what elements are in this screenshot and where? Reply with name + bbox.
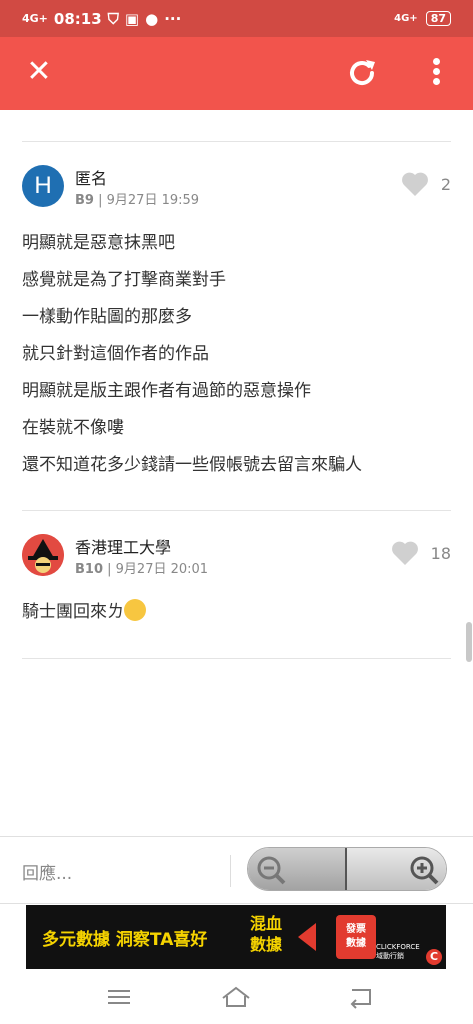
- ad-text-right-line: 數據: [250, 935, 283, 954]
- heart-icon: [401, 172, 428, 196]
- post-line: 明顯就是版主跟作者有過節的惡意操作: [22, 381, 311, 401]
- like-button[interactable]: 2: [401, 171, 451, 197]
- author-name[interactable]: 匿名: [75, 165, 107, 189]
- post-date: 9月27日 19:59: [106, 193, 200, 208]
- ad-brand: CLICKFORCE 域動行銷: [376, 943, 420, 961]
- ad-badge: 發票 數據: [336, 915, 376, 959]
- ad-brand-name: CLICKFORCE: [376, 943, 420, 951]
- close-icon[interactable]: ✕: [24, 57, 54, 87]
- post-line: 一樣動作貼圖的那麼多: [22, 307, 192, 327]
- divider: [22, 141, 451, 142]
- like-button[interactable]: 18: [391, 540, 451, 566]
- ad-banner[interactable]: 多元數據 洞察TA喜好 混血 數據 發票 數據 CLICKFORCE 域動行銷 …: [26, 905, 446, 969]
- system-nav-bar: [0, 972, 473, 1024]
- zoom-in-icon: [410, 856, 439, 885]
- back-icon[interactable]: [346, 984, 376, 1010]
- home-icon[interactable]: [221, 984, 251, 1010]
- menu-icon[interactable]: [104, 984, 134, 1010]
- post-meta: B10 | 9月27日 20:01: [75, 562, 209, 577]
- ad-badge-line: 數據: [346, 938, 366, 949]
- status-bar: 4G+ 08:13 ⛉ ▣ ● ··· 4G+ 87: [0, 0, 473, 37]
- post-date: 9月27日 20:01: [115, 562, 209, 577]
- post-line: 還不知道花多少錢請一些假帳號去留言來騙人: [22, 455, 362, 475]
- avatar[interactable]: [22, 534, 64, 576]
- post-line: 騎士團回來ㄌ: [22, 594, 451, 631]
- arrow-left-icon: [298, 923, 316, 951]
- more-notifications-icon: ···: [164, 9, 182, 28]
- shield-icon: ⛉: [107, 9, 119, 28]
- post-line-text: 騎士團回來ㄌ: [22, 602, 124, 622]
- line-icon: ●: [145, 9, 159, 28]
- scrollbar-thumb[interactable]: [466, 622, 472, 662]
- floor-number: B10: [75, 562, 103, 577]
- post-header: 香港理工大學 B10 | 9月27日 20:01 18: [22, 534, 451, 582]
- network-indicator: 4G+: [394, 13, 418, 24]
- refresh-icon[interactable]: [346, 57, 378, 89]
- like-count: 18: [430, 543, 451, 563]
- battery-indicator: 87: [425, 11, 451, 26]
- ad-brand-sub: 域動行銷: [376, 952, 404, 960]
- post-line: 在裝就不像嘍: [22, 418, 124, 438]
- post-header: H 匿名 B9 | 9月27日 19:59 2: [22, 165, 451, 213]
- reply-separator: [230, 855, 231, 887]
- ad-badge-line: 發票: [346, 924, 366, 935]
- comment-post-b9: H 匿名 B9 | 9月27日 19:59 2 明顯就是惡意抹黑吧 感覺就是為了…: [22, 165, 451, 484]
- ad-logo-icon: C: [426, 949, 442, 965]
- divider: [22, 510, 451, 511]
- zoom-in-button[interactable]: [347, 848, 446, 890]
- post-line: 就只針對這個作者的作品: [22, 344, 209, 364]
- post-body: 明顯就是惡意抹黑吧 感覺就是為了打擊商業對手 一樣動作貼圖的那麼多 就只針對這個…: [22, 225, 451, 484]
- network-signal-icon: 4G+: [22, 12, 48, 25]
- reply-input[interactable]: 回應...: [22, 859, 212, 884]
- party-face-emoji-icon: [124, 599, 146, 621]
- status-time: 08:13: [53, 9, 102, 28]
- like-count: 2: [440, 174, 451, 194]
- floor-number: B9: [75, 193, 94, 208]
- ad-text-right-line: 混血: [250, 914, 283, 933]
- heart-icon: [391, 541, 418, 565]
- comment-post-b10: 香港理工大學 B10 | 9月27日 20:01 18 騎士團回來ㄌ: [22, 534, 451, 631]
- zoom-out-button[interactable]: [248, 848, 348, 890]
- post-body: 騎士團回來ㄌ: [22, 594, 451, 631]
- author-name[interactable]: 香港理工大學: [75, 534, 171, 558]
- zoom-out-icon: [257, 856, 286, 885]
- ad-text-left: 多元數據 洞察TA喜好: [42, 930, 208, 950]
- more-vertical-icon[interactable]: [424, 55, 448, 91]
- book-icon: ▣: [124, 9, 140, 28]
- avatar[interactable]: H: [22, 165, 64, 207]
- divider: [22, 658, 451, 659]
- app-bar: ✕: [0, 37, 473, 110]
- reply-bar: 回應...: [0, 836, 473, 904]
- post-line: 感覺就是為了打擊商業對手: [22, 270, 226, 290]
- post-meta: B9 | 9月27日 19:59: [75, 193, 200, 208]
- post-line: 明顯就是惡意抹黑吧: [22, 233, 175, 253]
- ad-text-right: 混血 數據: [250, 913, 282, 955]
- zoom-control: [247, 847, 447, 891]
